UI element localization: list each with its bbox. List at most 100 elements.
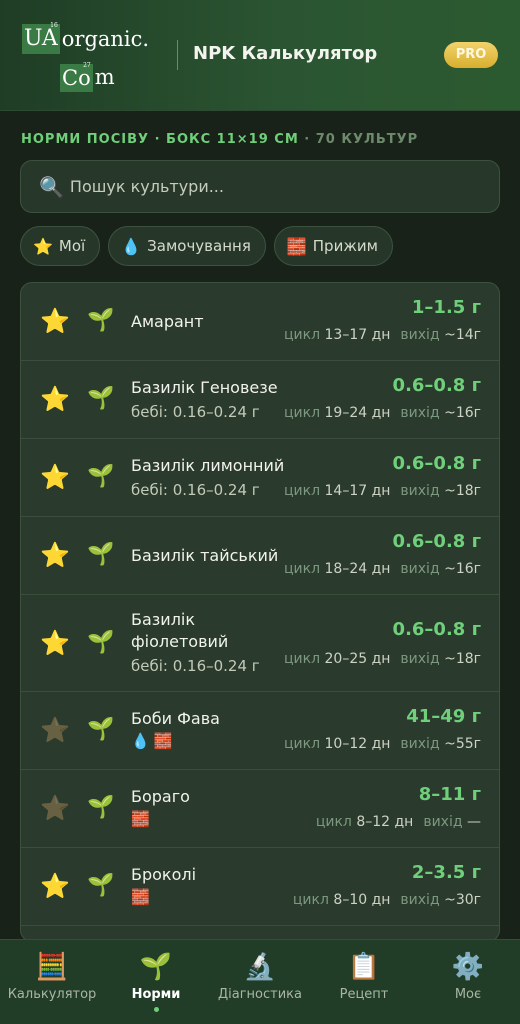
bottom-tab-bar: 🧮 Калькулятор 🌱 Норми 🔬 Діагностика 📋 Ре… <box>0 939 520 1024</box>
crop-tags: 💧 🧱 <box>131 732 176 750</box>
favorite-star-icon[interactable]: ⭐ <box>40 794 70 822</box>
tab-calculator[interactable]: 🧮 Калькулятор <box>0 940 104 1024</box>
header-divider <box>177 40 178 70</box>
crop-row[interactable]: ⭐ 🌱 Бораго 🧱 8–11 г цикл 8–12 дн вихід — <box>21 770 499 848</box>
crop-name: Базилік Геновезе <box>131 378 278 397</box>
search-icon: 🔍 <box>39 174 64 199</box>
yield-label: вихід <box>400 561 440 577</box>
tab-label: Калькулятор <box>7 987 97 1002</box>
favorite-star-icon[interactable]: ⭐ <box>40 629 70 657</box>
cycle-value: 20–25 дн <box>324 651 391 667</box>
baby-rate: бебі: 0.16–0.24 г <box>131 481 260 499</box>
tab-label: Моє <box>454 987 482 1002</box>
tab-recipe[interactable]: 📋 Рецепт <box>312 940 416 1024</box>
baby-rate: бебі: 0.16–0.24 г <box>131 403 260 421</box>
chip-favorites[interactable]: ⭐ Мої <box>20 226 101 266</box>
subtitle-main: НОРМИ ПОСІВУ · БОКС 11×19 СМ <box>21 132 299 147</box>
favorite-star-icon[interactable]: ⭐ <box>40 385 70 413</box>
seedling-icon: 🌱 <box>87 542 115 567</box>
yield-value: ~18г <box>444 651 481 667</box>
seedling-icon: 🌱 <box>87 873 115 898</box>
favorite-star-icon[interactable]: ⭐ <box>40 307 70 335</box>
yield-value: — <box>467 814 481 830</box>
chip-label: Прижим <box>312 237 378 255</box>
crop-name: Базилік лимонний <box>131 456 285 475</box>
chip-pressing[interactable]: 🧱 Прижим <box>273 226 393 266</box>
crop-row[interactable]: ⭐ 🌱 Амарант 1–1.5 г цикл 13–17 дн вихід ~14г <box>21 283 499 361</box>
cycle-value: 14–17 дн <box>324 483 391 499</box>
crop-row[interactable]: ⭐ 🌱 Боби Фава 💧 🧱 41–49 г цикл 10–12 дн вихід ~… <box>21 692 499 770</box>
crop-name: Амарант <box>131 312 204 331</box>
crop-row[interactable]: ⭐ 🌱 Броколі 🧱 2–3.5 г цикл 8–10 дн вихід ~30г <box>21 848 499 926</box>
crop-row[interactable]: ⭐ 🌱 Базилік фіолетовий бебі: 0.16–0.24 г 0.6… <box>21 595 499 692</box>
crop-row[interactable]: ⭐ 🌱 Базилік Геновезе бебі: 0.16–0.24 г 0.6–0… <box>21 361 499 439</box>
logo-text-organic: organic. <box>61 27 150 51</box>
tab-profile[interactable]: ⚙️ Моє <box>416 940 520 1024</box>
logo-tile-ua: 16 UA <box>22 23 60 54</box>
crop-meta: цикл 18–24 дн вихід ~16г <box>284 561 481 577</box>
favorite-star-icon[interactable]: ⭐ <box>40 716 70 744</box>
yield-value: ~16г <box>444 405 481 421</box>
yield-label: вихід <box>400 736 440 752</box>
logo-tile-co: 27 Co <box>60 62 93 92</box>
microscope-icon: 🔬 <box>243 952 277 982</box>
yield-value: ~14г <box>444 327 481 343</box>
tab-label: Діагностика <box>217 987 302 1002</box>
crop-name: Броколі <box>131 865 197 884</box>
tab-label: Рецепт <box>339 987 389 1002</box>
favorite-star-icon[interactable]: ⭐ <box>40 463 70 491</box>
seed-rate: 0.6–0.8 г <box>392 531 481 552</box>
tab-diagnostics[interactable]: 🔬 Діагностика <box>208 940 312 1024</box>
yield-value: ~16г <box>444 561 481 577</box>
bricks-icon: 🧱 <box>286 236 307 256</box>
cycle-label: цикл <box>284 405 321 421</box>
seed-rate: 0.6–0.8 г <box>392 619 481 640</box>
cycle-label: цикл <box>284 651 321 667</box>
pro-badge[interactable]: PRO <box>444 42 498 68</box>
cycle-value: 13–17 дн <box>324 327 391 343</box>
chip-label: Мої <box>58 237 86 255</box>
crop-meta: цикл 13–17 дн вихід ~14г <box>284 327 481 343</box>
yield-label: вихід <box>400 327 440 343</box>
cycle-label: цикл <box>284 561 321 577</box>
search-box[interactable]: 🔍 <box>20 160 500 213</box>
seed-rate: 8–11 г <box>418 784 481 805</box>
crop-name: Базилік тайський <box>131 546 279 565</box>
favorite-star-icon[interactable]: ⭐ <box>40 872 70 900</box>
cycle-value: 19–24 дн <box>324 405 391 421</box>
crop-tags: 🧱 <box>131 888 154 906</box>
bricks-icon: 🧱 <box>131 888 150 906</box>
cycle-label: цикл <box>284 736 321 752</box>
seed-rate: 1–1.5 г <box>411 297 481 318</box>
seedling-icon: 🌱 <box>87 629 115 655</box>
seedling-icon: 🌱 <box>87 795 115 820</box>
chip-soaking[interactable]: 💧 Замочування <box>108 226 266 266</box>
cycle-value: 8–12 дн <box>356 814 414 830</box>
crop-row[interactable]: ⭐ 🌱 Базилік лимонний бебі: 0.16–0.24 г 0.6–0… <box>21 439 499 517</box>
yield-label: вихід <box>400 651 440 667</box>
cycle-value: 8–10 дн <box>333 892 391 908</box>
star-icon: ⭐ <box>33 236 53 256</box>
seedling-icon: 🌱 <box>87 717 115 742</box>
yield-label: вихід <box>423 814 463 830</box>
logo-text-m: m <box>94 65 115 89</box>
crop-meta: цикл 14–17 дн вихід ~18г <box>284 483 481 499</box>
crop-name: Бораго <box>131 787 190 806</box>
clipboard-icon: 📋 <box>347 952 381 982</box>
crop-name: Боби Фава <box>131 709 220 728</box>
tab-norms[interactable]: 🌱 Норми <box>104 940 208 1024</box>
seedling-icon: 🌱 <box>139 952 173 982</box>
crop-count: · 70 КУЛЬТУР <box>304 132 419 147</box>
search-input[interactable] <box>69 177 470 196</box>
crop-row[interactable]: ⭐ 🌱 Базилік тайський 0.6–0.8 г цикл 18–24 дн… <box>21 517 499 595</box>
filter-chips: ⭐ Мої 💧 Замочування 🧱 Прижим <box>20 226 393 266</box>
cycle-label: цикл <box>284 483 321 499</box>
yield-value: ~55г <box>444 736 481 752</box>
crop-tags: 🧱 <box>131 810 154 828</box>
cycle-value: 18–24 дн <box>324 561 391 577</box>
favorite-star-icon[interactable]: ⭐ <box>40 541 70 569</box>
uaorganic-logo[interactable]: 16 UA organic. 27 Co m <box>22 20 162 92</box>
seedling-icon: 🌱 <box>87 386 115 411</box>
yield-value: ~18г <box>444 483 481 499</box>
crop-meta: цикл 20–25 дн вихід ~18г <box>284 651 481 667</box>
